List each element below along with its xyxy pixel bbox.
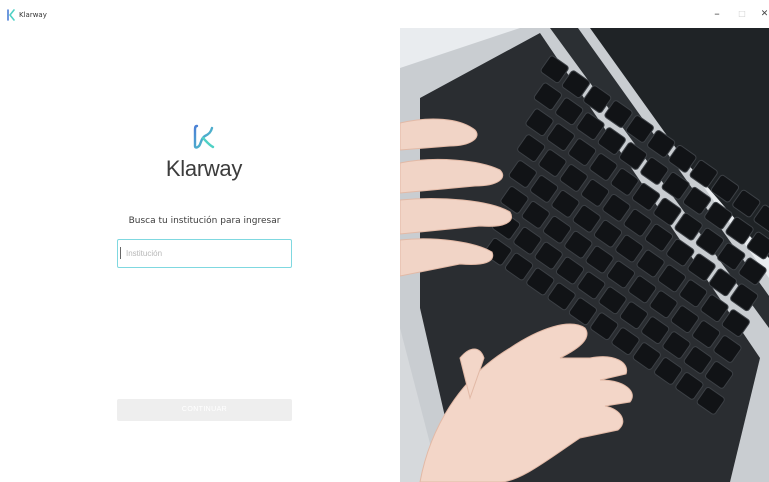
klarway-app-icon: [7, 9, 15, 21]
institution-prompt: Busca tu institución para ingresar: [128, 216, 281, 226]
logo-wordmark: Klarway: [165, 156, 243, 181]
institution-input[interactable]: [117, 239, 292, 268]
minimize-icon[interactable]: –: [710, 7, 724, 21]
laptop-typing-photo: [400, 28, 769, 482]
text-caret: [120, 247, 121, 259]
maximize-icon[interactable]: □: [735, 7, 749, 21]
klarway-logo-icon: [193, 124, 215, 149]
close-icon[interactable]: ✕: [760, 7, 769, 21]
continue-button[interactable]: CONTINUAR: [117, 399, 292, 421]
title-bar: Klarway – □ ✕: [0, 0, 769, 28]
window-title: Klarway: [19, 11, 47, 19]
